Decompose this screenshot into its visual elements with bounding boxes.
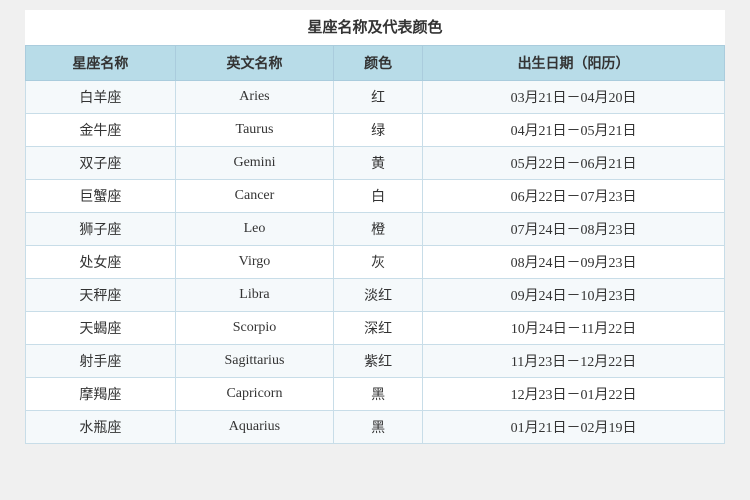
cell-chinese: 射手座 [26, 345, 176, 378]
cell-english: Cancer [175, 180, 333, 213]
table-row: 水瓶座Aquarius黑01月21日－02月19日 [26, 411, 725, 444]
cell-english: Virgo [175, 246, 333, 279]
table-row: 天秤座Libra淡红09月24日－10月23日 [26, 279, 725, 312]
cell-english: Sagittarius [175, 345, 333, 378]
cell-color: 淡红 [334, 279, 423, 312]
main-container: 星座名称及代表颜色 星座名称 英文名称 颜色 出生日期（阳历） 白羊座Aries… [25, 10, 725, 444]
cell-dates: 03月21日－04月20日 [423, 81, 725, 114]
cell-english: Taurus [175, 114, 333, 147]
cell-chinese: 摩羯座 [26, 378, 176, 411]
cell-dates: 04月21日－05月21日 [423, 114, 725, 147]
cell-english: Libra [175, 279, 333, 312]
header-dates: 出生日期（阳历） [423, 46, 725, 81]
cell-color: 灰 [334, 246, 423, 279]
table-row: 白羊座Aries红03月21日－04月20日 [26, 81, 725, 114]
cell-dates: 10月24日－11月22日 [423, 312, 725, 345]
cell-dates: 12月23日－01月22日 [423, 378, 725, 411]
cell-color: 绿 [334, 114, 423, 147]
table-row: 处女座Virgo灰08月24日－09月23日 [26, 246, 725, 279]
table-row: 摩羯座Capricorn黑12月23日－01月22日 [26, 378, 725, 411]
table-row: 狮子座Leo橙07月24日－08月23日 [26, 213, 725, 246]
cell-chinese: 白羊座 [26, 81, 176, 114]
table-row: 巨蟹座Cancer白06月22日－07月23日 [26, 180, 725, 213]
table-row: 天蝎座Scorpio深红10月24日－11月22日 [26, 312, 725, 345]
cell-color: 黄 [334, 147, 423, 180]
cell-dates: 01月21日－02月19日 [423, 411, 725, 444]
cell-color: 白 [334, 180, 423, 213]
page-title: 星座名称及代表颜色 [25, 10, 725, 45]
cell-chinese: 狮子座 [26, 213, 176, 246]
cell-dates: 11月23日－12月22日 [423, 345, 725, 378]
cell-chinese: 巨蟹座 [26, 180, 176, 213]
cell-chinese: 处女座 [26, 246, 176, 279]
cell-color: 黑 [334, 378, 423, 411]
cell-dates: 09月24日－10月23日 [423, 279, 725, 312]
cell-english: Aquarius [175, 411, 333, 444]
cell-chinese: 水瓶座 [26, 411, 176, 444]
cell-english: Aries [175, 81, 333, 114]
cell-color: 黑 [334, 411, 423, 444]
cell-color: 紫红 [334, 345, 423, 378]
cell-chinese: 天蝎座 [26, 312, 176, 345]
cell-english: Gemini [175, 147, 333, 180]
cell-dates: 06月22日－07月23日 [423, 180, 725, 213]
cell-english: Leo [175, 213, 333, 246]
cell-chinese: 天秤座 [26, 279, 176, 312]
zodiac-table: 星座名称 英文名称 颜色 出生日期（阳历） 白羊座Aries红03月21日－04… [25, 45, 725, 444]
table-row: 金牛座Taurus绿04月21日－05月21日 [26, 114, 725, 147]
table-header-row: 星座名称 英文名称 颜色 出生日期（阳历） [26, 46, 725, 81]
cell-chinese: 金牛座 [26, 114, 176, 147]
cell-english: Capricorn [175, 378, 333, 411]
header-english: 英文名称 [175, 46, 333, 81]
cell-english: Scorpio [175, 312, 333, 345]
cell-dates: 05月22日－06月21日 [423, 147, 725, 180]
cell-chinese: 双子座 [26, 147, 176, 180]
cell-color: 深红 [334, 312, 423, 345]
table-row: 射手座Sagittarius紫红11月23日－12月22日 [26, 345, 725, 378]
cell-color: 橙 [334, 213, 423, 246]
table-row: 双子座Gemini黄05月22日－06月21日 [26, 147, 725, 180]
cell-dates: 07月24日－08月23日 [423, 213, 725, 246]
header-color: 颜色 [334, 46, 423, 81]
cell-dates: 08月24日－09月23日 [423, 246, 725, 279]
cell-color: 红 [334, 81, 423, 114]
header-chinese: 星座名称 [26, 46, 176, 81]
